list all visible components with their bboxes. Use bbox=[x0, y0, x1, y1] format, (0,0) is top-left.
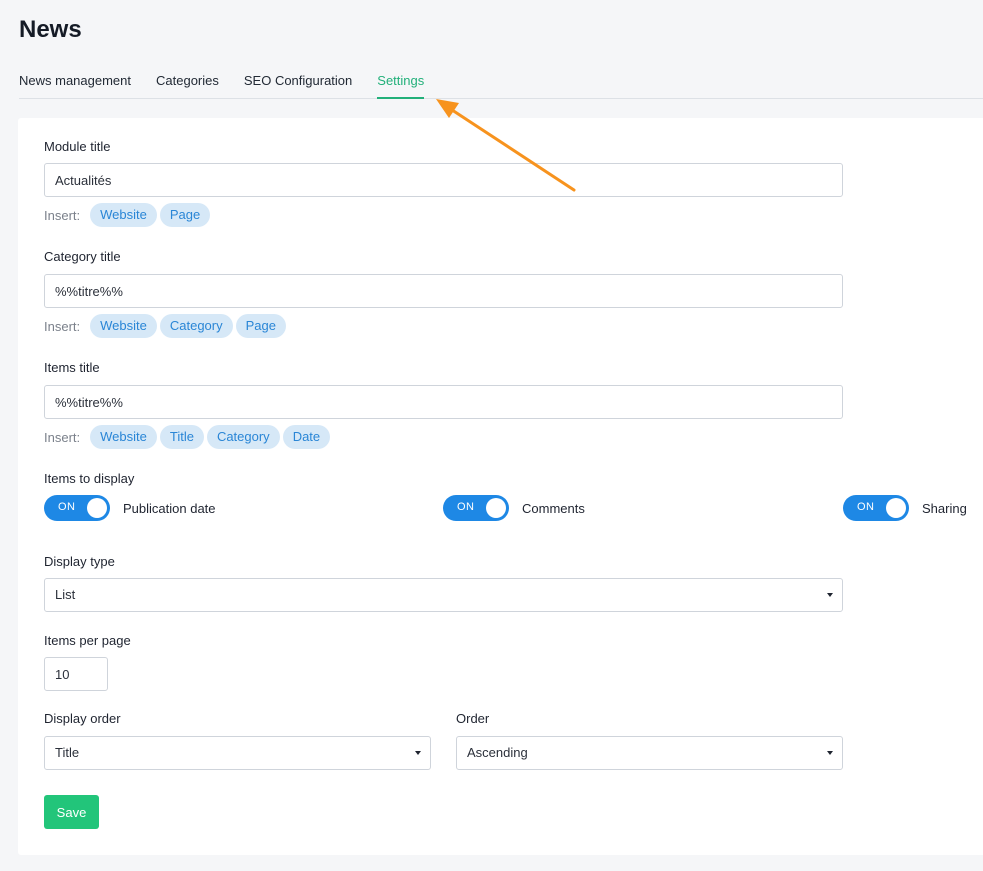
items-title-input[interactable] bbox=[44, 385, 843, 419]
publication-date-label: Publication date bbox=[123, 500, 216, 516]
insert-chip-category[interactable]: Category bbox=[159, 314, 233, 338]
category-title-input[interactable] bbox=[44, 274, 843, 308]
insert-chip-title[interactable]: Title bbox=[159, 425, 204, 449]
publication-date-toggle-group: ON Publication date bbox=[44, 495, 216, 521]
insert-label: Insert: bbox=[44, 429, 81, 445]
caret-down-icon bbox=[415, 751, 421, 755]
category-title-insert-row: Insert: Website Category Page bbox=[44, 314, 289, 338]
items-title-insert-row: Insert: Website Title Category Date bbox=[44, 425, 333, 449]
page-title: News bbox=[19, 16, 82, 43]
caret-down-icon bbox=[827, 751, 833, 755]
save-button[interactable]: Save bbox=[44, 795, 99, 829]
sharing-toggle-group: ON Sharing bbox=[843, 495, 967, 521]
module-title-label: Module title bbox=[44, 139, 111, 154]
order-value: Ascending bbox=[467, 745, 528, 760]
category-title-label: Category title bbox=[44, 249, 121, 264]
caret-down-icon bbox=[827, 593, 833, 597]
module-title-input[interactable] bbox=[44, 163, 843, 197]
insert-chip-website[interactable]: Website bbox=[90, 425, 157, 449]
insert-label: Insert: bbox=[44, 207, 81, 223]
insert-chip-page[interactable]: Page bbox=[159, 203, 211, 227]
comments-toggle-group: ON Comments bbox=[443, 495, 585, 521]
insert-chip-date[interactable]: Date bbox=[282, 425, 331, 449]
display-type-select[interactable]: List bbox=[44, 578, 843, 612]
comments-label: Comments bbox=[522, 500, 585, 516]
display-type-value: List bbox=[55, 587, 76, 602]
items-per-page-label: Items per page bbox=[44, 633, 131, 648]
toggle-knob bbox=[886, 498, 906, 518]
sharing-toggle[interactable]: ON bbox=[843, 495, 909, 521]
insert-label: Insert: bbox=[44, 318, 81, 334]
insert-chip-website[interactable]: Website bbox=[90, 314, 157, 338]
module-title-insert-row: Insert: Website Page bbox=[44, 203, 213, 227]
items-title-label: Items title bbox=[44, 360, 100, 375]
toggle-knob bbox=[486, 498, 506, 518]
publication-date-toggle[interactable]: ON bbox=[44, 495, 110, 521]
items-to-display-label: Items to display bbox=[44, 471, 135, 486]
display-order-value: Title bbox=[55, 745, 80, 760]
comments-toggle[interactable]: ON bbox=[443, 495, 509, 521]
insert-chip-page[interactable]: Page bbox=[235, 314, 286, 338]
tab-settings[interactable]: Settings bbox=[377, 72, 425, 99]
sharing-label: Sharing bbox=[922, 500, 967, 516]
toggle-state-text: ON bbox=[857, 501, 875, 513]
display-type-label: Display type bbox=[44, 554, 115, 569]
tab-seo-configuration[interactable]: SEO Configuration bbox=[244, 72, 352, 99]
order-label: Order bbox=[456, 711, 490, 726]
insert-chip-website[interactable]: Website bbox=[90, 203, 157, 227]
insert-chip-category[interactable]: Category bbox=[206, 425, 280, 449]
toggle-state-text: ON bbox=[457, 501, 475, 513]
tab-news-management[interactable]: News management bbox=[19, 72, 131, 99]
items-per-page-input[interactable] bbox=[44, 657, 108, 691]
toggle-state-text: ON bbox=[58, 501, 76, 513]
toggle-knob bbox=[87, 498, 107, 518]
display-order-select[interactable]: Title bbox=[44, 736, 431, 770]
tab-categories[interactable]: Categories bbox=[156, 72, 219, 99]
tab-bar: News management Categories SEO Configura… bbox=[19, 72, 983, 99]
display-order-label: Display order bbox=[44, 711, 121, 726]
order-select[interactable]: Ascending bbox=[456, 736, 843, 770]
